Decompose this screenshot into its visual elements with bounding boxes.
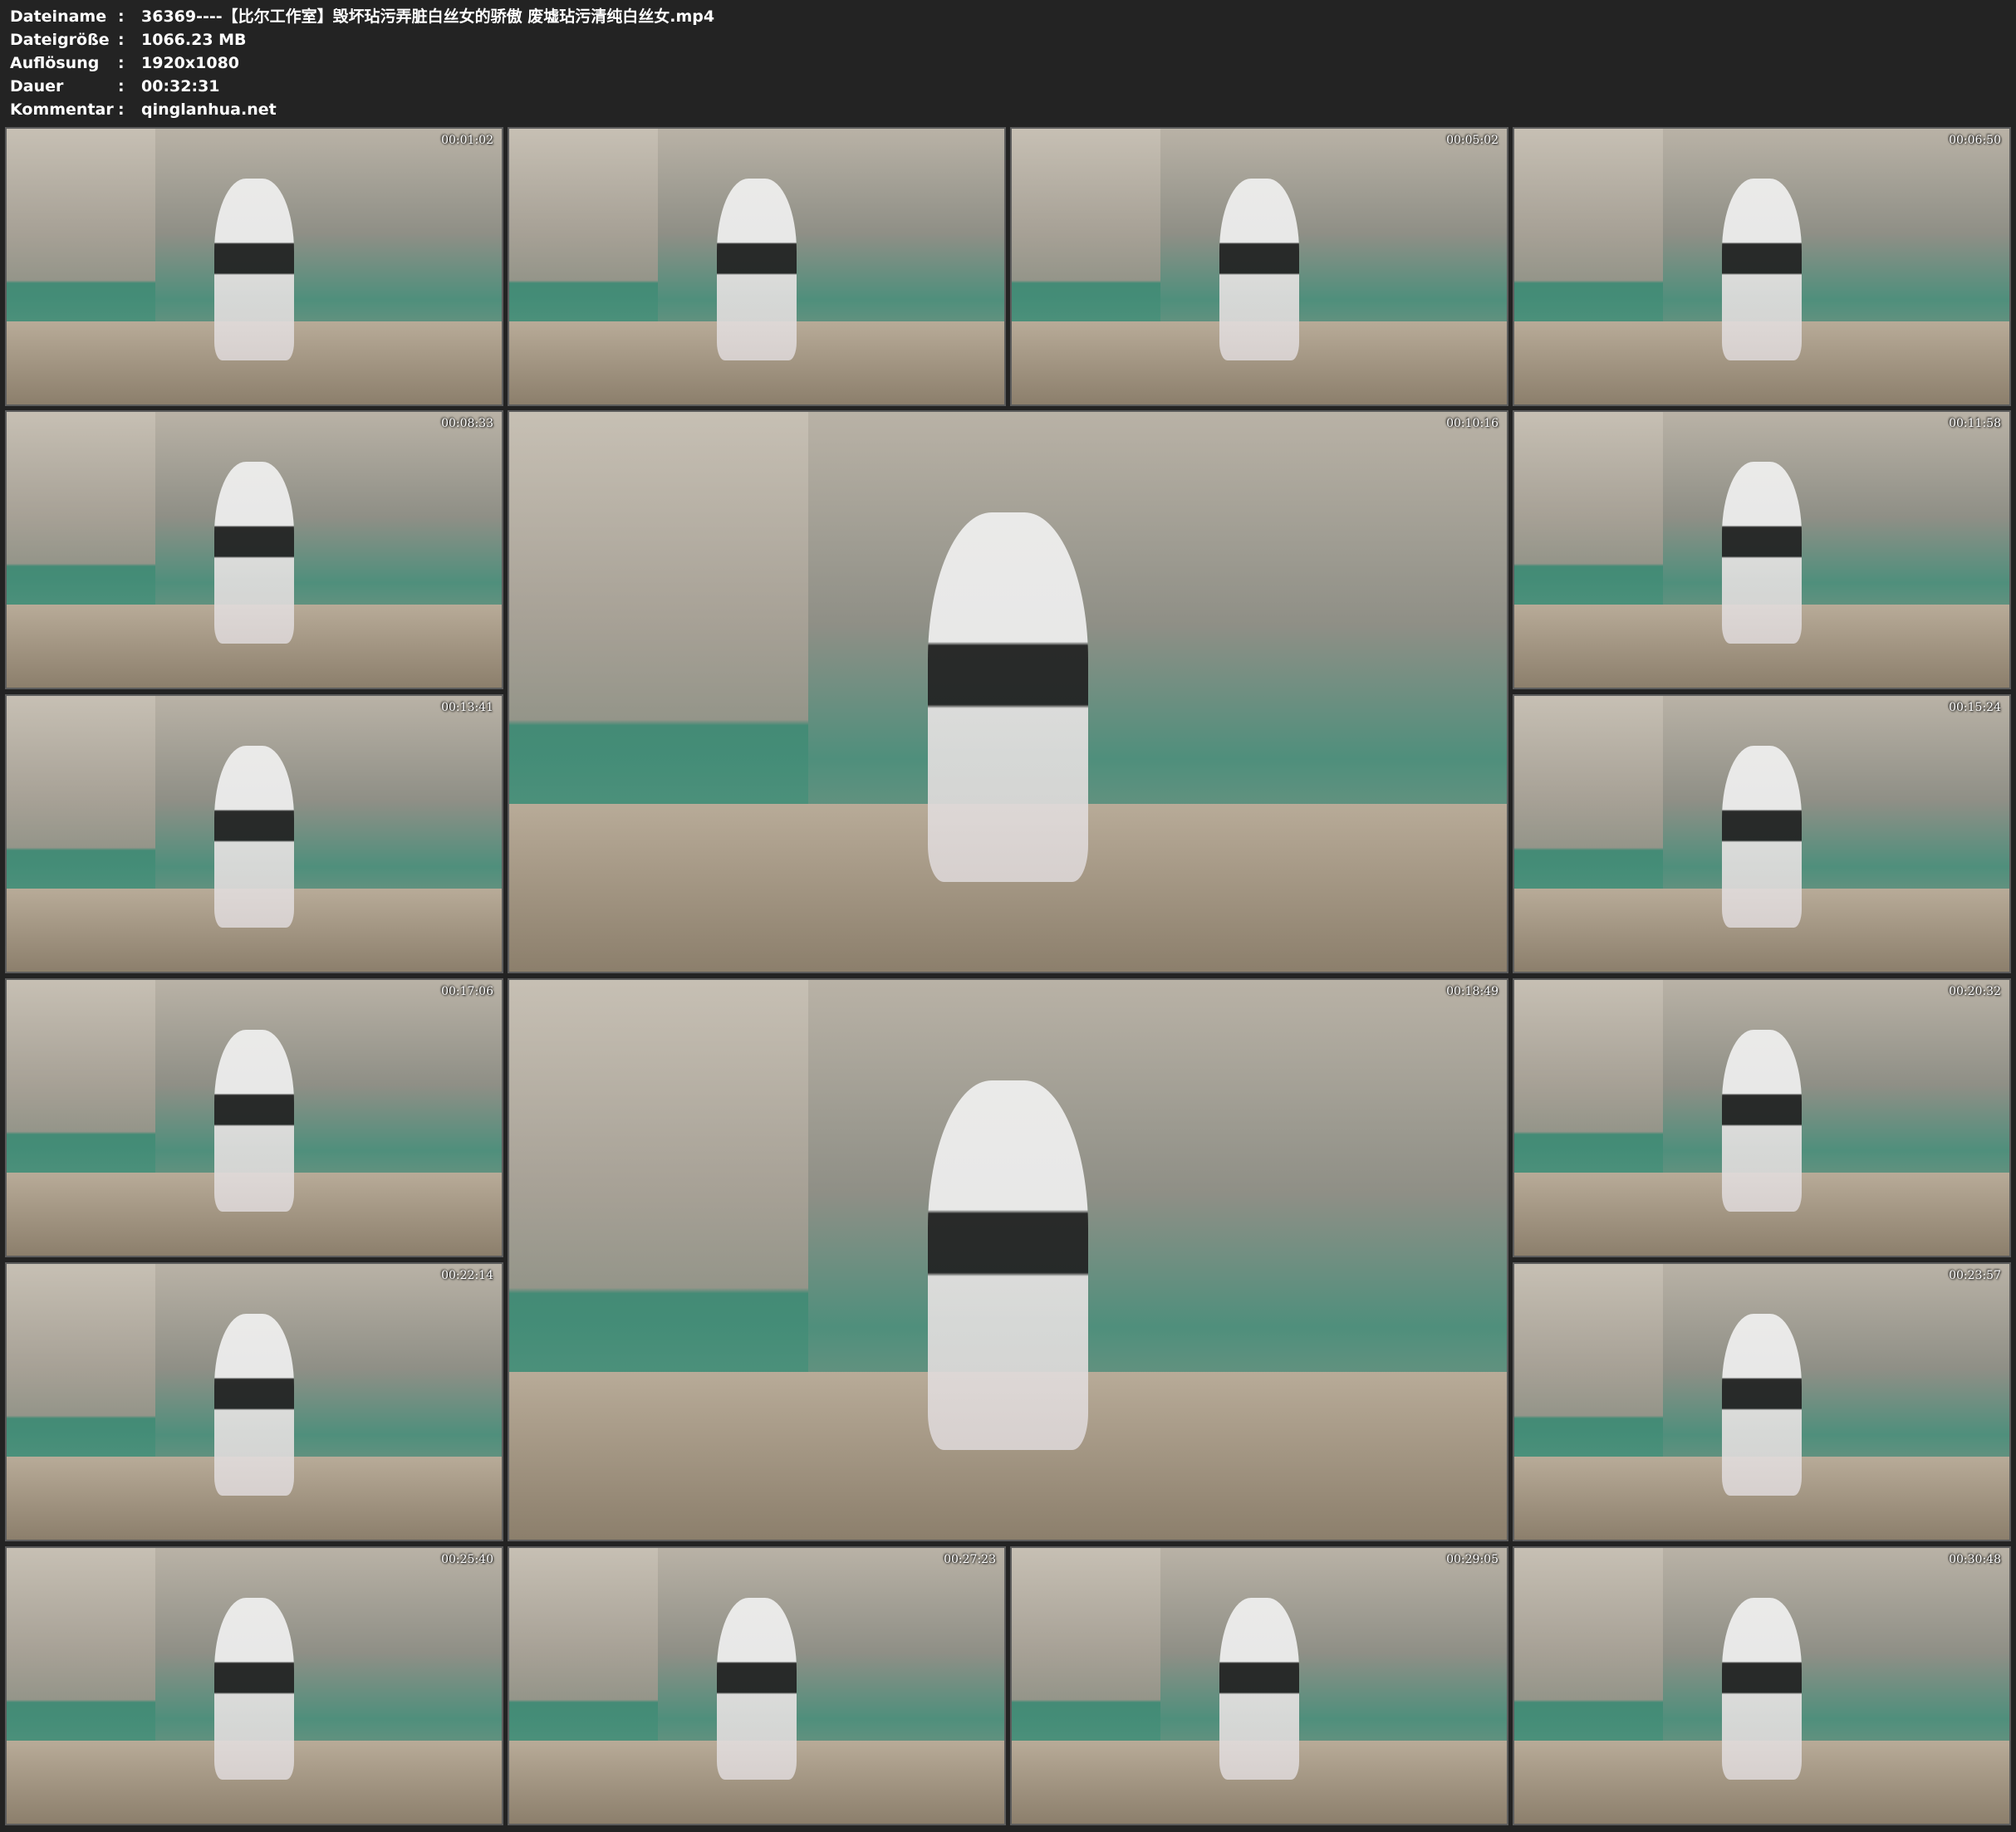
scene-figure (1722, 1313, 1802, 1496)
scene-figure (1722, 178, 1802, 360)
scene-figure (928, 512, 1088, 883)
meta-value: qinglanhua.net (141, 100, 277, 119)
thumbnail-timestamp: 00:13:41 (441, 701, 493, 714)
video-thumbnail (508, 127, 1006, 406)
scene-figure (214, 745, 294, 928)
scene-figure (214, 178, 294, 360)
scene-figure (1722, 1597, 1802, 1780)
meta-value: 36369----【比尔工作室】毁坏玷污弄脏白丝女的骄傲 废墟玷污清纯白丝女.m… (141, 7, 715, 26)
thumbnail-timestamp: 00:11:58 (1949, 417, 2001, 430)
meta-label: Dateigröße (10, 31, 110, 49)
thumbnail-timestamp: 00:08:33 (441, 417, 493, 430)
meta-label: Kommentar (10, 100, 114, 119)
meta-value: 00:32:31 (141, 77, 220, 96)
scene-figure (717, 178, 797, 360)
thumbnail-timestamp: 00:18:49 (1446, 985, 1499, 998)
meta-separator: : (118, 31, 125, 49)
video-thumbnail: 00:30:48 (1513, 1546, 2011, 1825)
scene-figure (717, 1597, 797, 1780)
thumbnail-timestamp: 00:06:50 (1949, 134, 2001, 147)
video-thumbnail: 00:13:41 (5, 694, 503, 973)
video-thumbnail: 00:08:33 (5, 410, 503, 689)
video-thumbnail: 00:15:24 (1513, 694, 2011, 973)
video-thumbnail: 00:05:02 (1010, 127, 1508, 406)
video-thumbnail: 00:11:58 (1513, 410, 2011, 689)
video-thumbnail: 00:25:40 (5, 1546, 503, 1825)
video-thumbnail: 00:01:02 (5, 127, 503, 406)
scene-figure (214, 461, 294, 644)
meta-separator: : (118, 77, 125, 96)
video-thumbnail: 00:29:05 (1010, 1546, 1508, 1825)
thumbnail-timestamp: 00:23:57 (1949, 1269, 2001, 1282)
video-thumbnail: 00:27:23 (508, 1546, 1006, 1825)
meta-row-resolution: Auflösung : 1920x1080 (10, 51, 714, 75)
thumbnail-timestamp: 00:30:48 (1949, 1553, 2001, 1566)
meta-row-comment: Kommentar : qinglanhua.net (10, 98, 714, 121)
thumbnail-timestamp: 00:22:14 (441, 1269, 493, 1282)
scene-figure (214, 1597, 294, 1780)
scene-figure (1219, 178, 1299, 360)
meta-row-duration: Dauer : 00:32:31 (10, 75, 714, 98)
thumbnail-timestamp: 00:20:32 (1949, 985, 2001, 998)
meta-label: Dateiname (10, 7, 107, 26)
scene-figure (1219, 1597, 1299, 1780)
meta-label: Auflösung (10, 54, 100, 72)
scene-figure (1722, 461, 1802, 644)
scene-figure (214, 1029, 294, 1212)
scene-figure (928, 1080, 1088, 1451)
thumbnail-timestamp: 00:01:02 (441, 134, 493, 147)
meta-separator: : (118, 100, 125, 119)
meta-label: Dauer (10, 77, 64, 96)
meta-value: 1066.23 MB (141, 31, 247, 49)
video-thumbnail: 00:18:49 (508, 978, 1508, 1541)
meta-value: 1920x1080 (141, 54, 240, 72)
thumbnail-timestamp: 00:27:23 (944, 1553, 996, 1566)
video-thumbnail: 00:17:06 (5, 978, 503, 1257)
scene-figure (1722, 745, 1802, 928)
thumbnail-timestamp: 00:25:40 (441, 1553, 493, 1566)
video-thumbnail: 00:06:50 (1513, 127, 2011, 406)
video-thumbnail: 00:10:16 (508, 410, 1508, 973)
file-info-panel: Dateiname : 36369----【比尔工作室】毁坏玷污弄脏白丝女的骄傲… (10, 5, 714, 121)
meta-row-filename: Dateiname : 36369----【比尔工作室】毁坏玷污弄脏白丝女的骄傲… (10, 5, 714, 28)
scene-figure (1722, 1029, 1802, 1212)
meta-separator: : (118, 54, 125, 72)
video-thumbnail: 00:22:14 (5, 1262, 503, 1541)
thumbnail-timestamp: 00:10:16 (1446, 417, 1499, 430)
thumbnail-timestamp: 00:15:24 (1949, 701, 2001, 714)
thumbnail-timestamp: 00:05:02 (1446, 134, 1499, 147)
scene-figure (214, 1313, 294, 1496)
video-thumbnail: 00:20:32 (1513, 978, 2011, 1257)
video-thumbnail: 00:23:57 (1513, 1262, 2011, 1541)
meta-row-filesize: Dateigröße : 1066.23 MB (10, 28, 714, 51)
meta-separator: : (118, 7, 125, 26)
thumbnail-timestamp: 00:29:05 (1446, 1553, 1499, 1566)
thumbnail-timestamp: 00:17:06 (441, 985, 493, 998)
